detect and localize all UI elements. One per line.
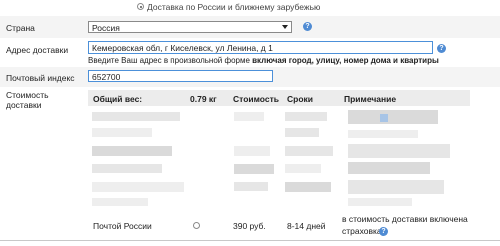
country-select-value: Россия [92, 23, 120, 33]
postal-input-value: 652700 [92, 72, 121, 82]
bottom-divider [0, 240, 500, 241]
address-hint: Введите Ваш адрес в произвольной форме в… [88, 56, 439, 65]
header-note: Примечание [344, 94, 397, 104]
header-weight: Общий вес: [93, 94, 143, 104]
postal-label: Почтовый индекс [6, 73, 75, 83]
address-input-value: Кемеровская обл, г Киселевск, ул Ленина,… [92, 43, 273, 53]
delivery-russia-label: Доставка по России и ближнему зарубежью [147, 2, 321, 12]
delivery-russia-radio[interactable] [137, 3, 144, 10]
russian-post-name: Почтой России [93, 221, 152, 231]
address-hint-text: Введите Ваш адрес в произвольной форме [88, 56, 253, 65]
country-label: Страна [6, 23, 35, 33]
header-weight-value: 0.79 кг [190, 94, 217, 104]
blurred-table-rows [88, 106, 470, 208]
chevron-down-icon [282, 25, 288, 29]
russian-post-radio[interactable] [193, 222, 200, 229]
address-help-icon[interactable]: ? [437, 44, 446, 53]
cost-label-line1: Стоимость [6, 90, 49, 100]
insurance-help-icon[interactable]: ? [379, 227, 388, 236]
russian-post-terms: 8-14 дней [287, 221, 326, 231]
address-input[interactable]: Кемеровская обл, г Киселевск, ул Ленина,… [88, 41, 433, 54]
header-terms: Сроки [287, 94, 314, 104]
header-cost: Стоимость [233, 94, 279, 104]
russian-post-note-line2: страховка [342, 226, 382, 236]
postal-input[interactable]: 652700 [88, 70, 273, 82]
address-hint-bold: включая город, улицу, номер дома и кварт… [252, 56, 439, 65]
russian-post-note-line1: в стоимость доставки включена [342, 214, 468, 224]
country-select[interactable]: Россия [88, 21, 292, 33]
country-help-icon[interactable]: ? [303, 22, 312, 31]
russian-post-price: 390 руб. [233, 221, 266, 231]
cost-label-line2: доставки [6, 100, 42, 110]
cost-table-header [88, 90, 470, 106]
address-label: Адрес доставки [6, 45, 69, 55]
